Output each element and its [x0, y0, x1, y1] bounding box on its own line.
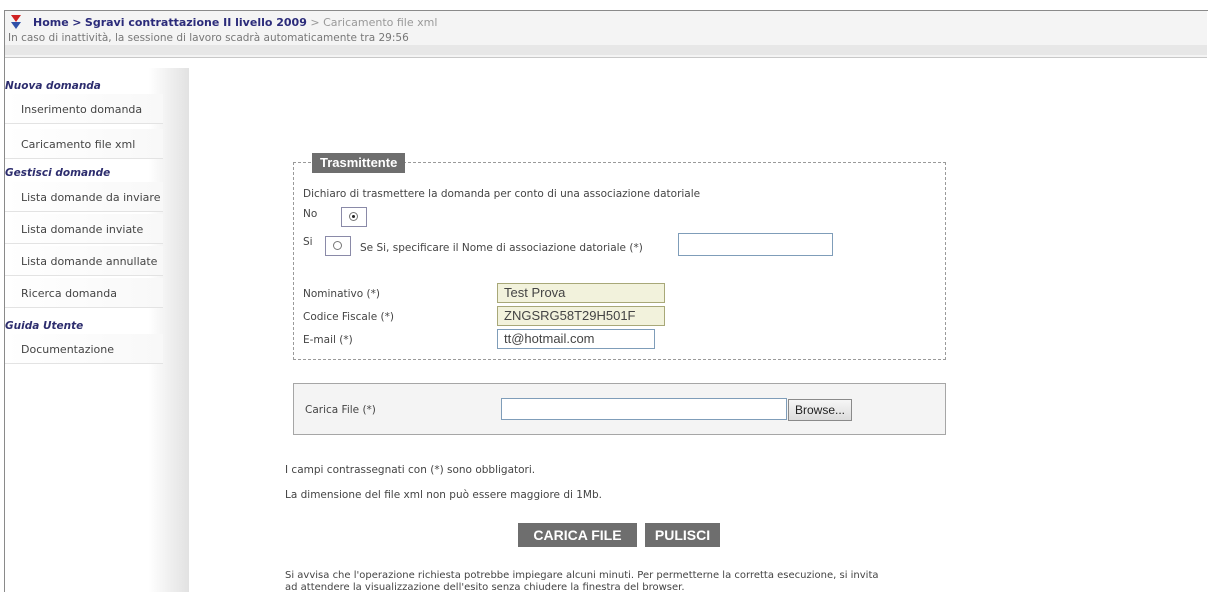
sidebar-item-ricerca-domanda[interactable]: Ricerca domanda	[5, 278, 163, 308]
sidebar-item-lista-inviate[interactable]: Lista domande inviate	[5, 214, 163, 244]
file-path-input[interactable]	[501, 398, 787, 420]
carica-file-button[interactable]: CARICA FILE	[518, 523, 637, 547]
sidebar-section-guida-utente: Guida Utente	[5, 320, 84, 332]
breadcrumb-separator: >	[72, 16, 82, 29]
option-si-label: Si	[303, 236, 313, 248]
breadcrumb-home[interactable]: Home	[33, 16, 69, 29]
sidebar-item-documentazione[interactable]: Documentazione	[5, 334, 163, 364]
required-fields-note: I campi contrassegnati con (*) sono obbl…	[285, 464, 536, 476]
sidebar-item-label: Caricamento file xml	[21, 138, 136, 151]
nominativo-field[interactable]: Test Prova	[497, 283, 665, 303]
sidebar-section-gestisci-domande: Gestisci domande	[5, 167, 111, 179]
sidebar-item-lista-annullate[interactable]: Lista domande annullate	[5, 246, 163, 276]
browse-button[interactable]: Browse...	[788, 399, 852, 421]
radio-no[interactable]	[349, 212, 358, 221]
codice-fiscale-label: Codice Fiscale (*)	[303, 311, 394, 323]
sidebar-item-label: Ricerca domanda	[21, 287, 117, 300]
sidebar-item-label: Lista domande da inviare	[21, 191, 161, 204]
sidebar-item-lista-da-inviare[interactable]: Lista domande da inviare	[5, 182, 163, 212]
sidebar-item-label: Lista domande annullate	[21, 255, 158, 268]
breadcrumb: Home > Sgravi contrattazione II livello …	[33, 16, 437, 29]
fieldset-legend: Trasmittente	[312, 153, 406, 173]
processing-notice: Si avvisa che l'operazione richiesta pot…	[285, 570, 879, 594]
header: Home > Sgravi contrattazione II livello …	[5, 11, 1207, 58]
sidebar-item-label: Documentazione	[21, 343, 115, 356]
notice-line-2: ad attendere la visualizzazione dell'esi…	[285, 582, 685, 593]
breadcrumb-current: Caricamento file xml	[323, 16, 438, 29]
sidebar-item-caricamento-file-xml[interactable]: Caricamento file xml	[5, 129, 163, 159]
carica-file-label: Carica File (*)	[305, 404, 376, 416]
radio-no-box[interactable]	[341, 207, 367, 227]
sidebar-section-nuova-domanda: Nuova domanda	[5, 80, 101, 92]
pulisci-button[interactable]: PULISCI	[645, 523, 720, 547]
radio-si-box[interactable]	[325, 236, 351, 256]
breadcrumb-separator: >	[310, 16, 320, 29]
email-field[interactable]: tt@hotmail.com	[497, 329, 655, 349]
association-name-input[interactable]	[678, 233, 833, 256]
sidebar-item-label: Lista domande inviate	[21, 223, 144, 236]
nominativo-label: Nominativo (*)	[303, 288, 380, 300]
sidebar-item-label: Inserimento domanda	[21, 103, 143, 116]
declaration-text: Dichiaro di trasmettere la domanda per c…	[303, 188, 701, 200]
email-label: E-mail (*)	[303, 334, 353, 346]
header-divider	[5, 45, 1207, 55]
session-timeout-text: In caso di inattività, la sessione di la…	[8, 32, 409, 44]
breadcrumb-section[interactable]: Sgravi contrattazione II livello 2009	[85, 16, 307, 29]
association-label: Se Si, specificare il Nome di associazio…	[360, 242, 643, 254]
inps-logo-icon	[11, 15, 21, 29]
sidebar-item-inserimento-domanda[interactable]: Inserimento domanda	[5, 94, 163, 124]
radio-si[interactable]	[333, 241, 342, 250]
file-size-note: La dimensione del file xml non può esser…	[285, 489, 602, 501]
notice-line-1: Si avvisa che l'operazione richiesta pot…	[285, 570, 879, 581]
option-no-label: No	[303, 208, 318, 220]
codice-fiscale-field[interactable]: ZNGSRG58T29H501F	[497, 306, 665, 326]
